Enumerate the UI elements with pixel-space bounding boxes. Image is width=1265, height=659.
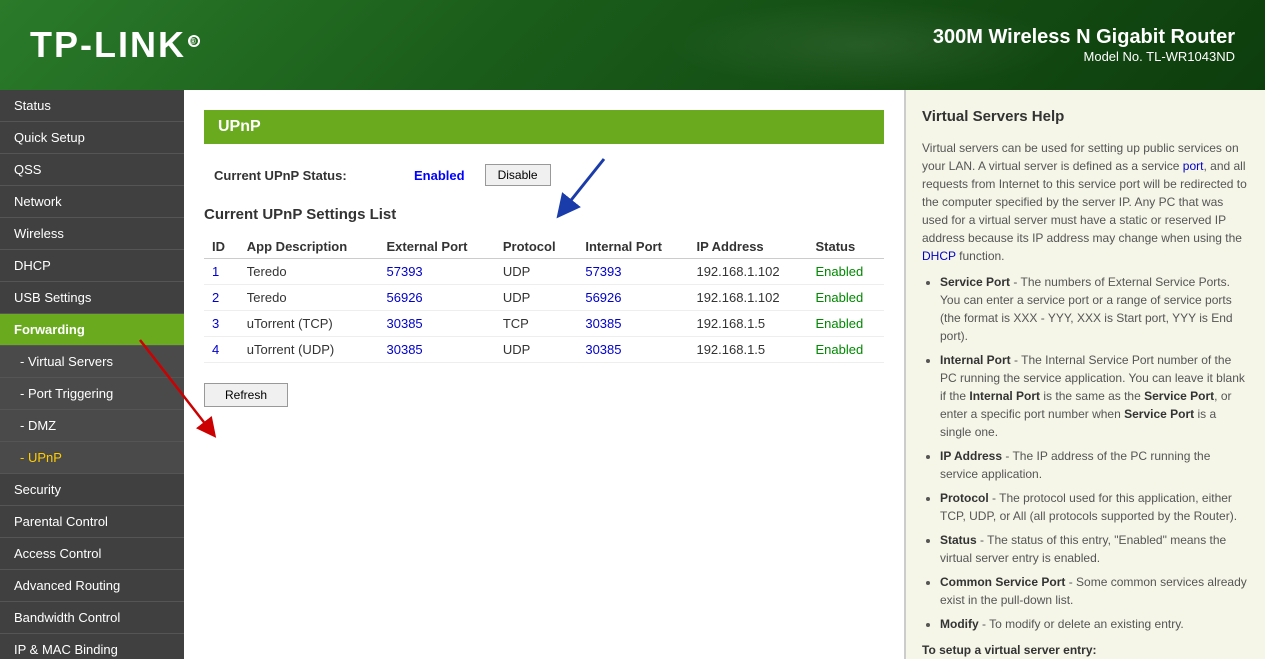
cell-status: Enabled [807,337,884,363]
sidebar-item-dmz[interactable]: - DMZ [0,410,184,442]
cell-status: Enabled [807,259,884,285]
cell-protocol: UDP [495,285,578,311]
setup-title: To setup a virtual server entry: [922,641,1249,659]
col-int-port: Internal Port [577,235,688,259]
cell-status: Enabled [807,311,884,337]
col-id: ID [204,235,239,259]
col-ext-port: External Port [379,235,495,259]
main-content: UPnP Current UPnP Status: Enabled Dis [184,90,904,659]
cell-int-port: 30385 [577,337,688,363]
content-area: UPnP Current UPnP Status: Enabled Dis [184,90,1265,659]
header: TP-LINK® 300M Wireless N Gigabit Router … [0,0,1265,90]
sidebar-item-advanced-routing[interactable]: Advanced Routing [0,570,184,602]
help-bullet-modify: Modify - To modify or delete an existing… [940,615,1249,633]
cell-int-port: 56926 [577,285,688,311]
cell-app: uTorrent (TCP) [239,311,379,337]
refresh-button[interactable]: Refresh [204,383,288,407]
cell-ip: 192.168.1.5 [688,337,807,363]
cell-protocol: UDP [495,259,578,285]
cell-ext-port: 30385 [379,311,495,337]
cell-ext-port: 56926 [379,285,495,311]
table-row: 1 Teredo 57393 UDP 57393 192.168.1.102 E… [204,259,884,285]
cell-app: Teredo [239,259,379,285]
help-bullets: Service Port - The numbers of External S… [922,273,1249,633]
sidebar-item-upnp[interactable]: - UPnP [0,442,184,474]
sidebar-item-quick-setup[interactable]: Quick Setup [0,122,184,154]
col-app-desc: App Description [239,235,379,259]
sidebar-item-usb-settings[interactable]: USB Settings [0,282,184,314]
main-layout: Status Quick Setup QSS Network Wireless … [0,90,1265,659]
sidebar-item-network[interactable]: Network [0,186,184,218]
model-number: Model No. TL-WR1043ND [933,49,1235,64]
cell-ext-port: 57393 [379,259,495,285]
sidebar-item-status[interactable]: Status [0,90,184,122]
sidebar-item-forwarding[interactable]: Forwarding [0,314,184,346]
help-title: Virtual Servers Help [922,106,1249,129]
help-bullet-protocol: Protocol - The protocol used for this ap… [940,489,1249,525]
sidebar-item-ip-mac-binding[interactable]: IP & MAC Binding [0,634,184,659]
cell-id: 2 [204,285,239,311]
cell-ip: 192.168.1.102 [688,285,807,311]
help-bullet-status: Status - The status of this entry, "Enab… [940,531,1249,567]
help-bullet-service-port: Service Port - The numbers of External S… [940,273,1249,345]
help-bullet-common-port: Common Service Port - Some common servic… [940,573,1249,609]
sidebar: Status Quick Setup QSS Network Wireless … [0,90,184,659]
sidebar-item-port-triggering[interactable]: - Port Triggering [0,378,184,410]
cell-id: 4 [204,337,239,363]
sidebar-item-bandwidth-control[interactable]: Bandwidth Control [0,602,184,634]
cell-id: 1 [204,259,239,285]
blue-arrow-annotation [544,154,624,224]
cell-ext-port: 30385 [379,337,495,363]
upnp-table: ID App Description External Port Protoco… [204,235,884,363]
sidebar-item-security[interactable]: Security [0,474,184,506]
help-bullet-internal-port: Internal Port - The Internal Service Por… [940,351,1249,441]
cell-int-port: 57393 [577,259,688,285]
help-bullet-ip-address: IP Address - The IP address of the PC ru… [940,447,1249,483]
table-row: 2 Teredo 56926 UDP 56926 192.168.1.102 E… [204,285,884,311]
disable-button[interactable]: Disable [485,164,551,186]
cell-id: 3 [204,311,239,337]
cell-app: uTorrent (UDP) [239,337,379,363]
page-title: UPnP [218,118,261,135]
sidebar-item-wireless[interactable]: Wireless [0,218,184,250]
help-intro: Virtual servers can be used for setting … [922,139,1249,265]
col-ip: IP Address [688,235,807,259]
sidebar-item-qss[interactable]: QSS [0,154,184,186]
page-title-bar: UPnP [204,110,884,144]
sidebar-item-access-control[interactable]: Access Control [0,538,184,570]
router-info: 300M Wireless N Gigabit Router Model No.… [933,26,1235,64]
help-panel: Virtual Servers Help Virtual servers can… [905,90,1265,659]
cell-protocol: UDP [495,337,578,363]
status-value: Enabled [414,168,465,183]
cell-ip: 192.168.1.102 [688,259,807,285]
sidebar-item-parental-control[interactable]: Parental Control [0,506,184,538]
col-protocol: Protocol [495,235,578,259]
table-row: 3 uTorrent (TCP) 30385 TCP 30385 192.168… [204,311,884,337]
cell-ip: 192.168.1.5 [688,311,807,337]
table-row: 4 uTorrent (UDP) 30385 UDP 30385 192.168… [204,337,884,363]
cell-protocol: TCP [495,311,578,337]
cell-status: Enabled [807,285,884,311]
cell-int-port: 30385 [577,311,688,337]
sidebar-item-dhcp[interactable]: DHCP [0,250,184,282]
status-label: Current UPnP Status: [214,168,394,183]
logo: TP-LINK® [30,24,200,66]
product-name: 300M Wireless N Gigabit Router [933,26,1235,49]
sidebar-item-virtual-servers[interactable]: - Virtual Servers [0,346,184,378]
cell-app: Teredo [239,285,379,311]
col-status: Status [807,235,884,259]
